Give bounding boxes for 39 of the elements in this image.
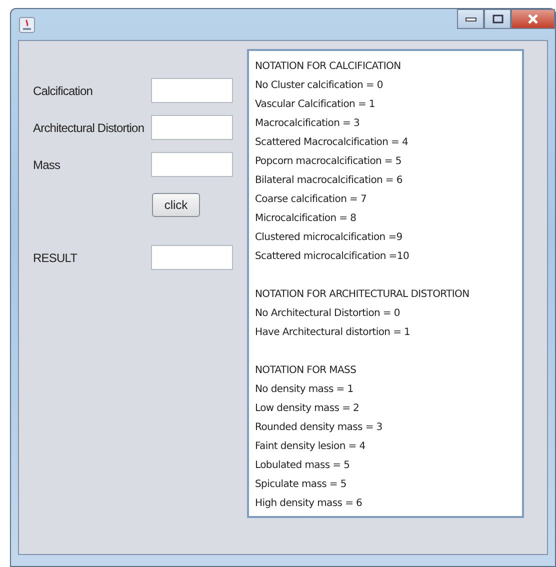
- section-heading: NOTATION FOR MASS: [255, 364, 358, 378]
- notation-line: Clustered microcalcification =9: [255, 231, 404, 245]
- notation-text-area[interactable]: [247, 49, 524, 518]
- notation-line: Microcalcification = 8: [255, 212, 358, 226]
- maximize-button[interactable]: [484, 9, 511, 29]
- notation-line: Faint density lesion = 4: [255, 440, 366, 454]
- notation-line: No density mass = 1: [255, 383, 354, 397]
- notation-line: Coarse calcification = 7: [255, 193, 368, 207]
- notation-line: No Architectural Distortion = 0: [255, 307, 401, 321]
- notation-line: Scattered Macrocalcification = 4: [255, 136, 410, 150]
- close-icon: [527, 14, 539, 24]
- notation-line: Rounded density mass = 3: [255, 421, 384, 435]
- notation-line: Have Architectural distortion = 1: [255, 326, 412, 340]
- click-button[interactable]: click: [152, 193, 200, 217]
- minimize-button[interactable]: [457, 9, 484, 29]
- notation-line: Lobulated mass = 5: [255, 459, 351, 473]
- notation-line: Low density mass = 2: [255, 402, 360, 416]
- notation-line: Spiculate mass = 5: [255, 478, 348, 492]
- result-field[interactable]: [151, 245, 233, 270]
- notation-line: Vascular Calcification = 1: [255, 98, 376, 112]
- input-field[interactable]: [151, 78, 233, 103]
- notation-line: Bilateral macrocalcification = 6: [255, 174, 404, 188]
- input-field[interactable]: [151, 152, 233, 177]
- field-label: Architectural Distortion: [33, 120, 146, 134]
- minimize-icon: [464, 16, 476, 22]
- field-label: Mass: [33, 158, 62, 172]
- close-button[interactable]: [511, 9, 555, 29]
- field-label: Calcification: [33, 84, 94, 98]
- section-heading: NOTATION FOR ARCHITECTURAL DISTORTION: [255, 288, 470, 302]
- notation-line: Macrocalcification = 3: [255, 117, 361, 131]
- notation-line: High density mass = 6: [255, 497, 364, 511]
- app-icon: [19, 17, 35, 33]
- notation-line: Popcorn macrocalcification = 5: [255, 155, 402, 169]
- notation-line: No Cluster calcification = 0: [255, 79, 384, 93]
- input-field[interactable]: [151, 115, 233, 140]
- section-heading: NOTATION FOR CALCIFICATION: [255, 60, 402, 74]
- maximize-icon: [492, 14, 504, 24]
- result-label: RESULT: [33, 250, 78, 264]
- notation-line: Scattered microcalcification =10: [255, 250, 410, 264]
